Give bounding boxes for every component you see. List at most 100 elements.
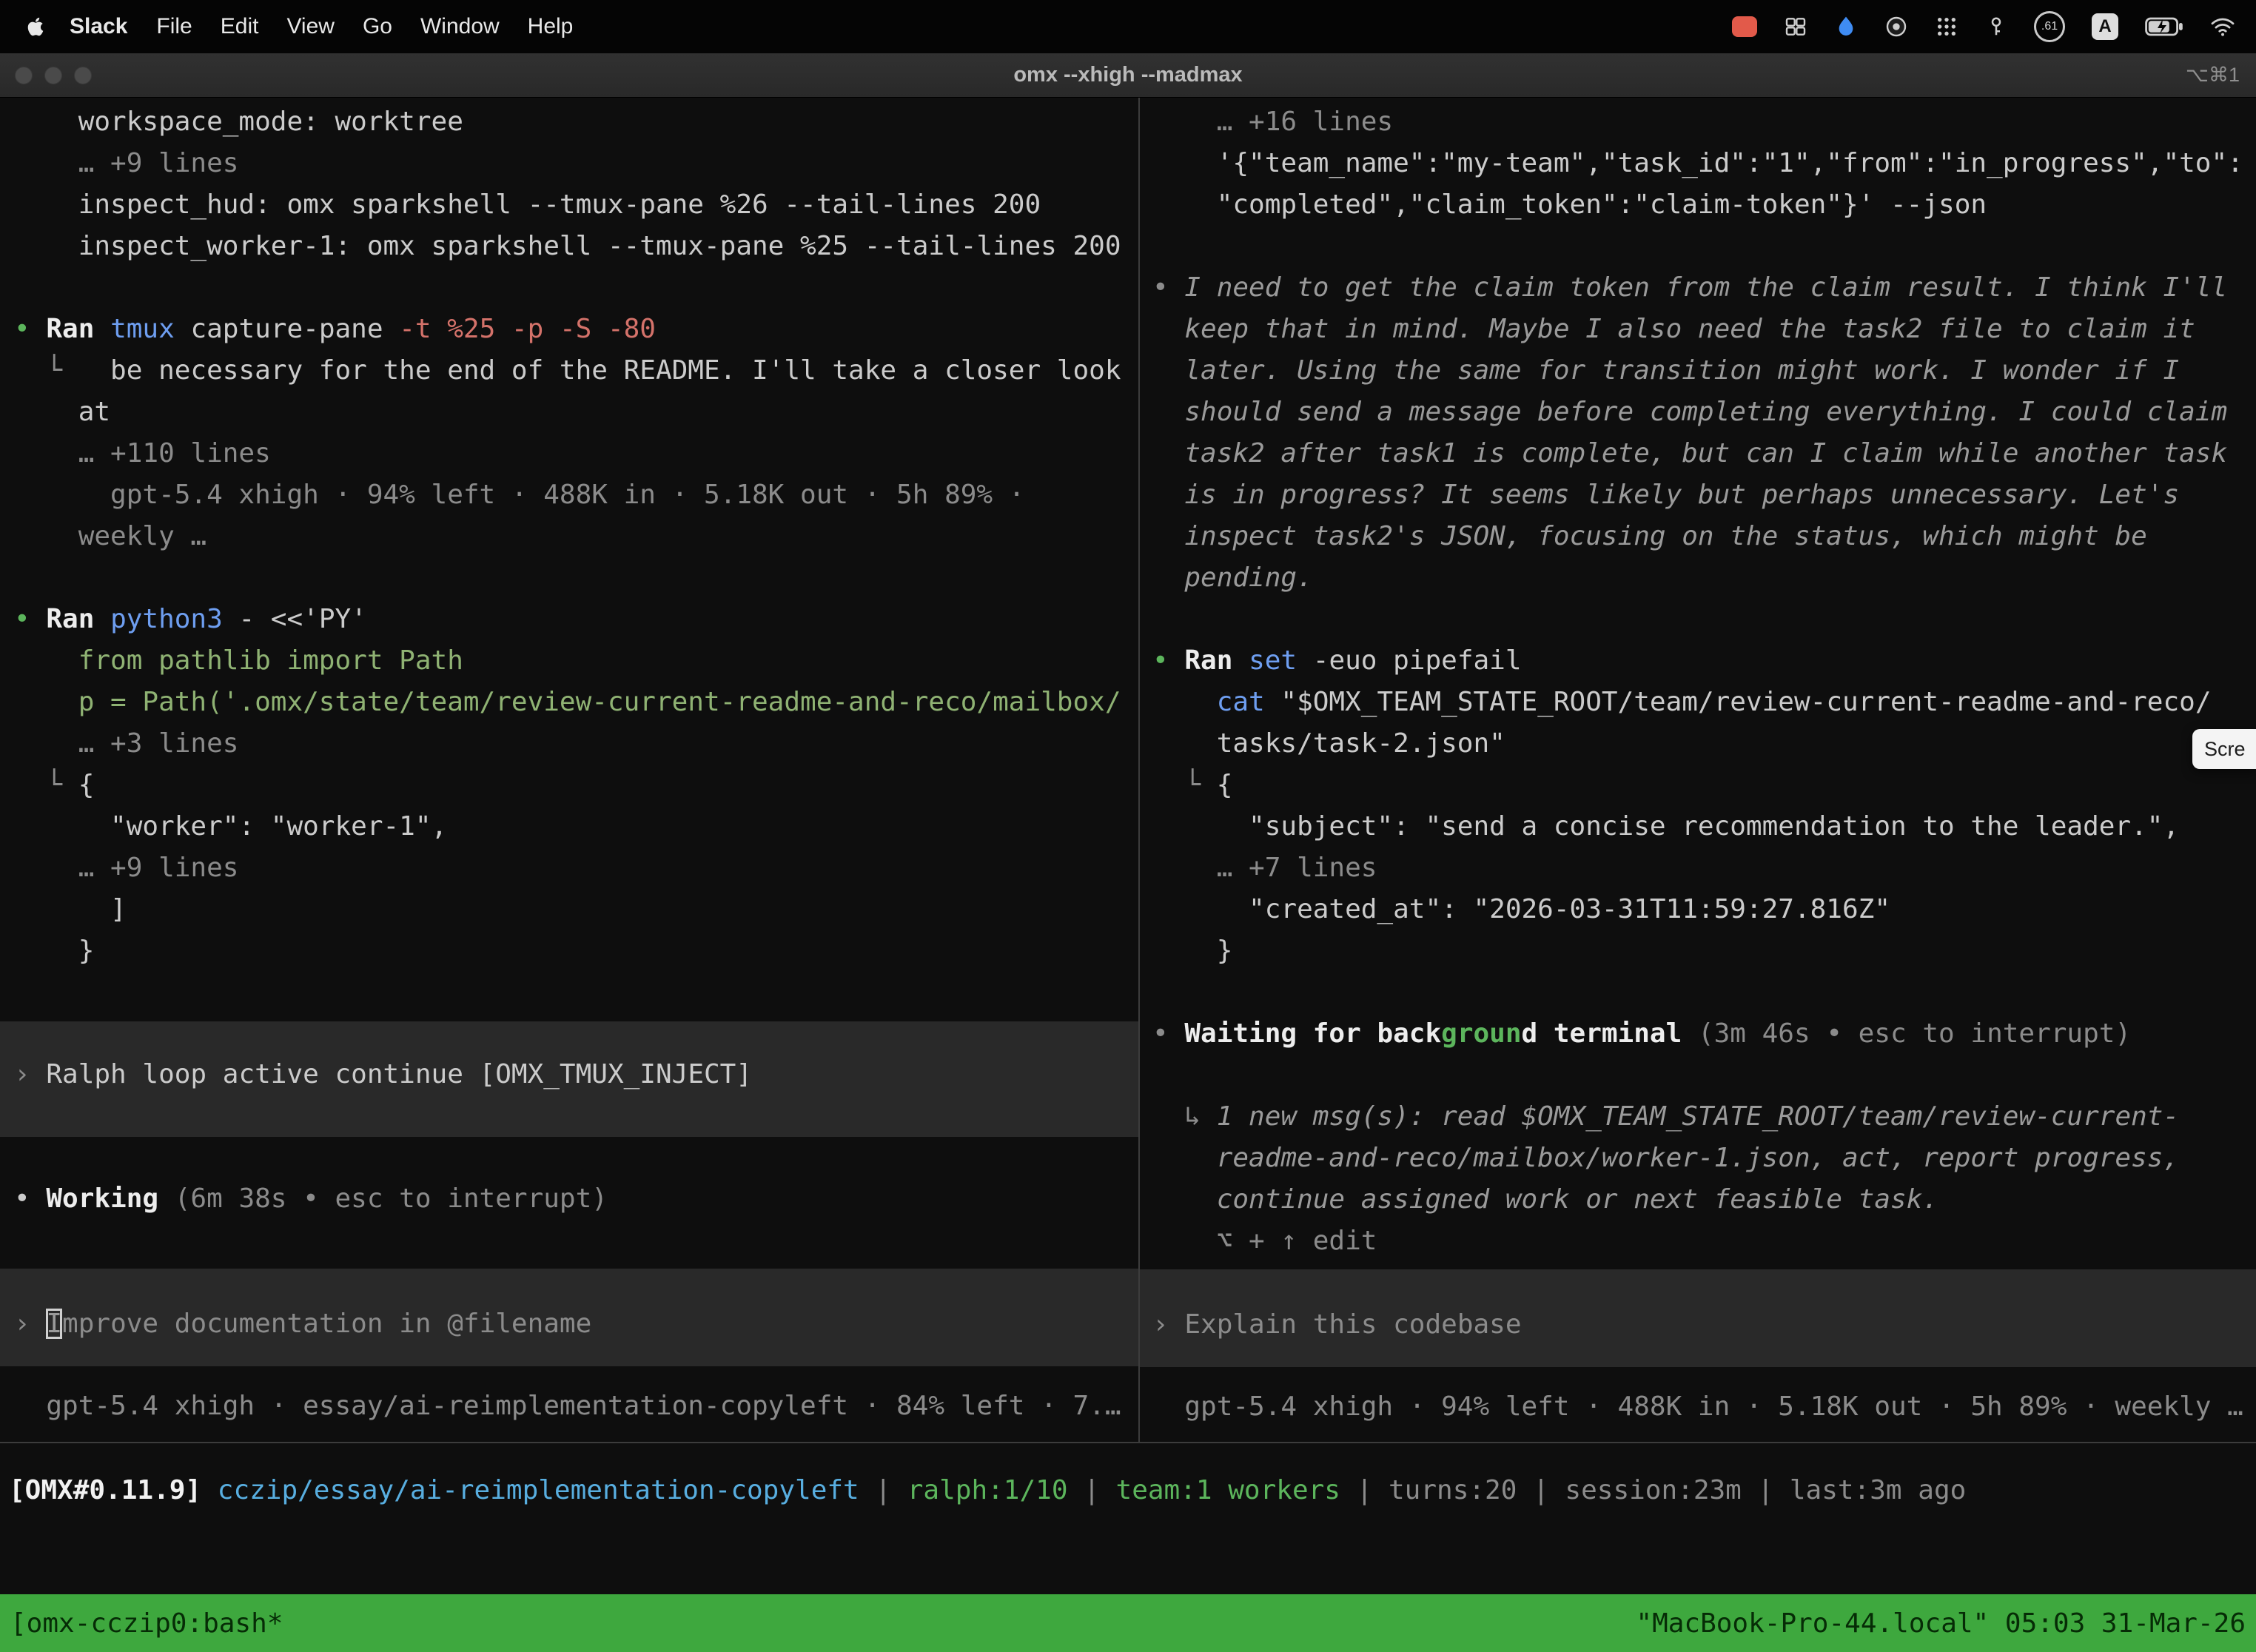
menu-go[interactable]: Go [349,14,406,39]
terminal-line: should send a message before completing … [1140,392,2256,433]
terminal-line: weekly … [0,516,1138,557]
menu-window[interactable]: Window [406,14,514,39]
menu-help[interactable]: Help [514,14,588,39]
terminal-line: … +7 lines [1140,847,2256,889]
terminal-line: '{"team_name":"my-team","task_id":"1","f… [1140,143,2256,184]
terminal-line: › Explain this codebase [1140,1304,2256,1346]
terminal-line [1140,226,2256,267]
terminal-line: └ { [1140,765,2256,806]
menu-file[interactable]: File [142,14,206,39]
terminal-line: inspect_worker-1: omx sparkshell --tmux-… [0,226,1138,267]
terminal-line: "subject": "send a concise recommendatio… [1140,806,2256,847]
terminal-line: workspace_mode: worktree [0,101,1138,143]
screen-tooltip[interactable]: Scre [2192,729,2256,769]
minimize-button[interactable] [44,67,62,84]
traffic-lights [15,67,92,84]
terminal-line [0,1137,1138,1178]
terminal-line: • Ran tmux capture-pane -t %25 -p -S -80 [0,309,1138,350]
terminal-line [1140,1055,2256,1096]
terminal-line: } [0,930,1138,972]
terminal-line: "created_at": "2026-03-31T11:59:27.816Z" [1140,889,2256,930]
apple-menu-icon[interactable] [21,16,55,37]
close-button[interactable] [15,67,33,84]
terminal-line: … +9 lines [0,143,1138,184]
screen: Slack File Edit View Go Window Help [0,0,2256,1652]
meter-badge-icon[interactable]: .61 [2034,11,2065,42]
tmux-host-time-label: "MacBook-Pro-44.local" 05:03 31-Mar-26 [1636,1608,2246,1639]
terminal-line [0,557,1138,599]
pane-bottom-divider [0,1442,2256,1443]
terminal-line: ⌥ + ↑ edit [1140,1220,2256,1262]
terminal-line [1140,972,2256,1013]
tmux-pane-left[interactable]: workspace_mode: worktree … +9 lines insp… [0,98,1138,1442]
zoom-button[interactable] [74,67,92,84]
terminal-line: └ be necessary for the end of the README… [0,350,1138,392]
output-block: gpt-5.4 xhigh · essay/ai-reimplementatio… [0,1386,1138,1427]
terminal-line: inspect_hud: omx sparkshell --tmux-pane … [0,184,1138,226]
prompt-band[interactable]: › Improve documentation in @filename [0,1269,1138,1366]
terminal-line: "worker": "worker-1", [0,806,1138,847]
terminal-line: … +16 lines [1140,101,2256,143]
round-app-icon[interactable] [1884,15,1908,38]
terminal-line: • I need to get the claim token from the… [1140,267,2256,309]
output-block: gpt-5.4 xhigh · 94% left · 488K in · 5.1… [1140,1386,2256,1428]
terminal-line: tasks/task-2.json" [1140,723,2256,765]
window-shortcut-hint: ⌥⌘1 [2186,64,2240,87]
screen-recording-icon[interactable] [1732,16,1757,37]
blue-app-icon[interactable] [1834,15,1858,38]
output-block: … +16 lines '{"team_name":"my-team","tas… [1140,101,2256,1262]
terminal-line: [OMX#0.11.9] cczip/essay/ai-reimplementa… [9,1470,1966,1511]
menu-app-name[interactable]: Slack [55,14,142,39]
menu-bar-status-area: .61 A [1732,11,2256,42]
prompt-band[interactable]: › Ralph loop active continue [OMX_TMUX_I… [0,1021,1138,1137]
menu-view[interactable]: View [272,14,348,39]
terminal-line: … +9 lines [0,847,1138,889]
terminal-line: • Waiting for background terminal (3m 46… [1140,1013,2256,1055]
wifi-icon[interactable] [2210,16,2235,37]
key-icon[interactable] [1985,15,2007,38]
menu-edit[interactable]: Edit [207,14,273,39]
terminal-line: ] [0,889,1138,930]
window-tiling-icon[interactable] [1784,15,1807,38]
terminal-line: inspect task2's JSON, focusing on the st… [1140,516,2256,557]
terminal: workspace_mode: worktree … +9 lines insp… [0,98,2256,1442]
input-source-icon[interactable]: A [2092,13,2118,40]
terminal-line: at [0,392,1138,433]
terminal-line: • Working (6m 38s • esc to interrupt) [0,1178,1138,1220]
terminal-line: • Ran python3 - <<'PY' [0,599,1138,640]
tmux-pane-right[interactable]: … +16 lines '{"team_name":"my-team","tas… [1140,98,2256,1442]
terminal-line: gpt-5.4 xhigh · essay/ai-reimplementatio… [0,1386,1138,1427]
window-title-bar[interactable]: omx --xhigh --madmax ⌥⌘1 [0,53,2256,98]
terminal-line: continue assigned work or next feasible … [1140,1179,2256,1220]
omx-status-line: [OMX#0.11.9] cczip/essay/ai-reimplementa… [9,1470,1966,1511]
menu-bar: Slack File Edit View Go Window Help [0,0,2256,53]
tmux-session-label: [omx-cczip0:bash* [10,1608,283,1639]
terminal-line: } [1140,930,2256,972]
battery-icon[interactable] [2145,16,2183,37]
terminal-line: • Ran set -euo pipefail [1140,640,2256,682]
terminal-line: "completed","claim_token":"claim-token"}… [1140,184,2256,226]
terminal-line: › Ralph loop active continue [OMX_TMUX_I… [0,1054,1138,1095]
terminal-line: gpt-5.4 xhigh · 94% left · 488K in · 5.1… [1140,1386,2256,1428]
terminal-line: from pathlib import Path [0,640,1138,682]
terminal-line: task2 after task1 is complete, but can I… [1140,433,2256,474]
terminal-line [1140,599,2256,640]
terminal-line: pending. [1140,557,2256,599]
terminal-line [0,267,1138,309]
terminal-line: ↳ 1 new msg(s): read $OMX_TEAM_STATE_ROO… [1140,1096,2256,1138]
output-block: workspace_mode: worktree … +9 lines insp… [0,101,1138,1013]
prompt-band[interactable]: › Explain this codebase [1140,1269,2256,1367]
terminal-line: keep that in mind. Maybe I also need the… [1140,309,2256,350]
terminal-line: › Improve documentation in @filename [0,1303,1138,1345]
terminal-line [0,972,1138,1013]
terminal-line: … +110 lines [0,433,1138,474]
dots-grid-icon[interactable] [1935,15,1958,38]
menu-bar-left: Slack File Edit View Go Window Help [0,14,587,39]
terminal-line: p = Path('.omx/state/team/review-current… [0,682,1138,723]
terminal-line: is in progress? It seems likely but perh… [1140,474,2256,516]
output-block: • Working (6m 38s • esc to interrupt) [0,1137,1138,1220]
terminal-line: later. Using the same for transition mig… [1140,350,2256,392]
terminal-line: gpt-5.4 xhigh · 94% left · 488K in · 5.1… [0,474,1138,516]
terminal-line: … +3 lines [0,723,1138,765]
terminal-line: readme-and-reco/mailbox/worker-1.json, a… [1140,1138,2256,1179]
